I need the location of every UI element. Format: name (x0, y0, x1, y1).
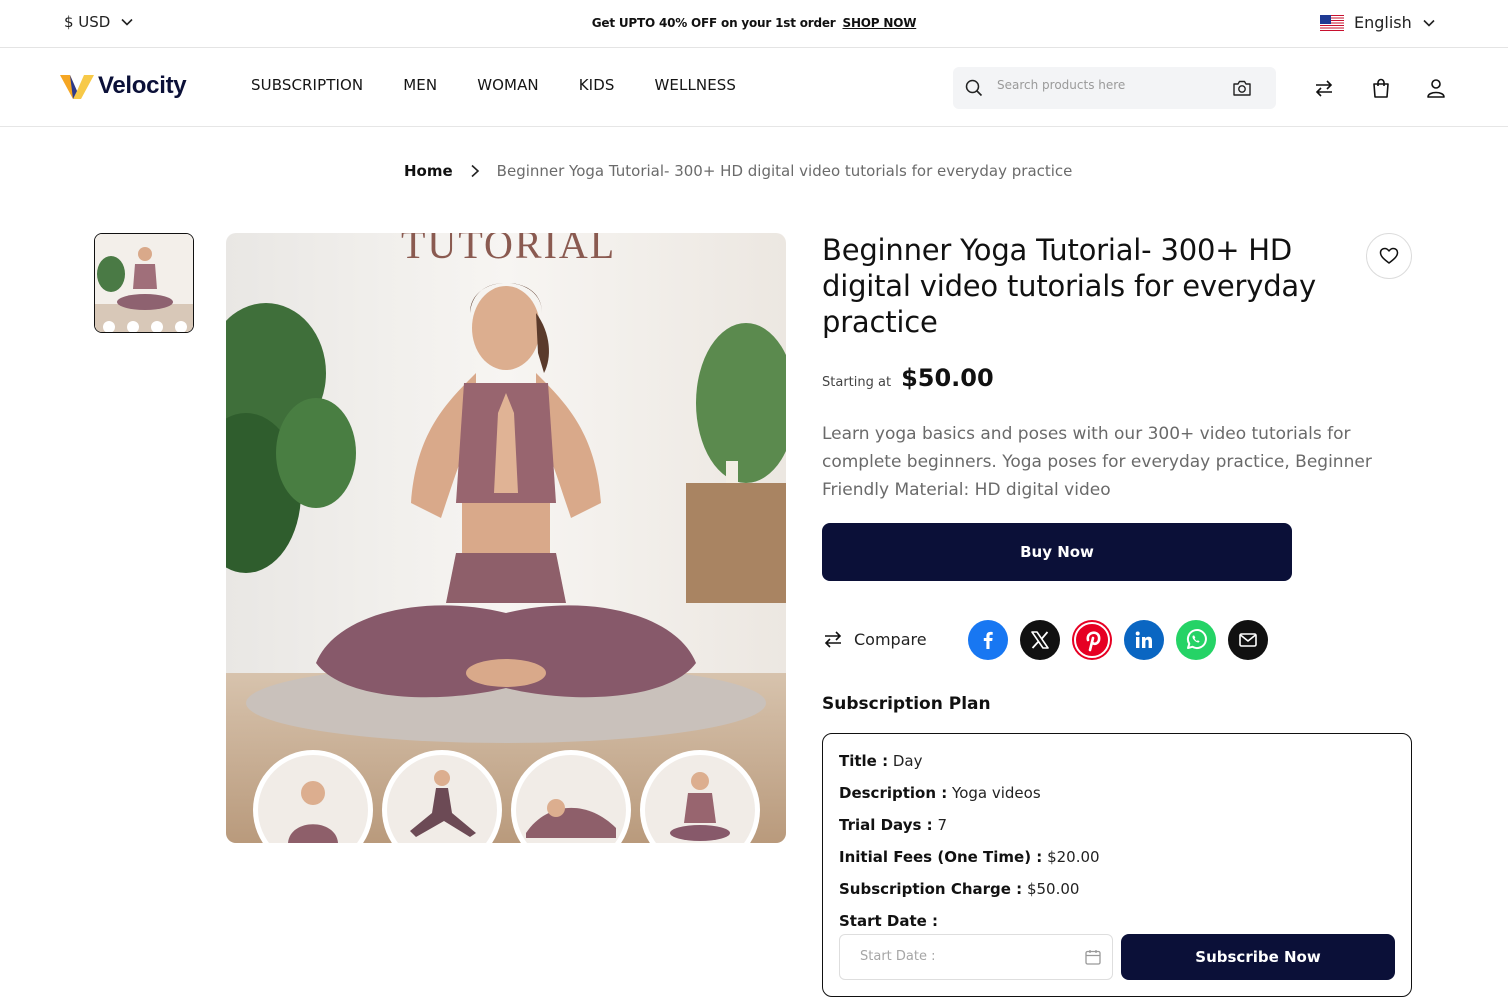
plan-row-label: Start Date : (839, 912, 939, 930)
nav-kids[interactable]: KIDS (579, 76, 615, 94)
plan-row-trial-days: Trial Days : 7 (839, 816, 947, 834)
pinterest-icon (1074, 622, 1110, 658)
breadcrumb-current: Beginner Yoga Tutorial- 300+ HD digital … (496, 162, 1073, 180)
language-selector[interactable]: English (1320, 13, 1436, 32)
chevron-right-icon (471, 164, 479, 178)
promo-text: Get UPTO 40% OFF on your 1st order (591, 16, 836, 30)
product-main-image[interactable]: TUTORIAL (226, 233, 786, 843)
main-nav: SUBSCRIPTION MEN WOMAN KIDS WELLNESS (251, 76, 736, 94)
plan-row-label: Subscription Charge : (839, 880, 1023, 898)
plan-row-label: Description : (839, 784, 948, 802)
compare-button[interactable]: Compare (822, 628, 927, 650)
compare-label: Compare (854, 629, 927, 649)
yoga-woman-meditating-image: TUTORIAL (226, 233, 786, 843)
x-share-button[interactable] (1020, 620, 1060, 660)
product-thumbnail[interactable] (94, 233, 194, 333)
subscribe-now-button[interactable]: Subscribe Now (1121, 934, 1395, 980)
search-bar (953, 67, 1276, 109)
plan-row-subscription-charge: Subscription Charge : $50.00 (839, 880, 1079, 898)
email-share-button[interactable] (1228, 620, 1268, 660)
promo-banner: Get UPTO 40% OFF on your 1st order SHOP … (0, 16, 1508, 30)
buy-now-button[interactable]: Buy Now (822, 523, 1292, 581)
linkedin-icon (1135, 631, 1152, 648)
plan-row-value: Yoga videos (952, 784, 1041, 802)
breadcrumb-home[interactable]: Home (404, 162, 453, 180)
plan-row-title: Title : Day (839, 752, 923, 770)
plan-row-description: Description : Yoga videos (839, 784, 1041, 802)
yoga-thumbnail-image (95, 234, 193, 332)
product-price: $50.00 (901, 364, 994, 392)
nav-subscription[interactable]: SUBSCRIPTION (251, 76, 363, 94)
brand-name: Velocity (98, 72, 187, 99)
us-flag-icon (1320, 14, 1344, 31)
language-label: English (1354, 13, 1412, 32)
breadcrumb: Home Beginner Yoga Tutorial- 300+ HD dig… (404, 162, 1072, 180)
search-icon (965, 79, 983, 97)
compare-icon[interactable] (1313, 77, 1335, 99)
pinterest-share-button[interactable] (1072, 620, 1112, 660)
search-input[interactable] (997, 78, 1217, 92)
plan-row-label: Initial Fees (One Time) : (839, 848, 1043, 866)
image-overlay-text: TUTORIAL (401, 233, 616, 267)
plan-row-value: 7 (937, 816, 947, 834)
plan-row-initial-fees: Initial Fees (One Time) : $20.00 (839, 848, 1100, 866)
start-date-field (839, 934, 1113, 980)
linkedin-share-button[interactable] (1124, 620, 1164, 660)
brand-logo[interactable]: Velocity (60, 71, 187, 101)
price-label: Starting at (822, 375, 892, 390)
whatsapp-share-button[interactable] (1176, 620, 1216, 660)
facebook-share-button[interactable] (968, 620, 1008, 660)
plan-row-value: $50.00 (1026, 880, 1080, 898)
camera-search-icon[interactable] (1232, 78, 1252, 98)
plan-row-value: $20.00 (1047, 848, 1100, 866)
shop-now-link[interactable]: SHOP NOW (843, 16, 917, 30)
plan-row-label: Trial Days : (839, 816, 933, 834)
plan-row-label: Title : (839, 752, 889, 770)
product-title: Beginner Yoga Tutorial- 300+ HD digital … (822, 233, 1316, 339)
facebook-icon (983, 631, 993, 649)
calendar-icon[interactable] (1084, 948, 1102, 966)
main-header: Velocity SUBSCRIPTION MEN WOMAN KIDS WEL… (0, 49, 1508, 127)
user-icon[interactable] (1425, 77, 1447, 99)
email-icon (1239, 633, 1257, 647)
bag-icon[interactable] (1370, 77, 1392, 99)
start-date-input[interactable] (860, 949, 1060, 964)
top-announcement-bar: $ USD Get UPTO 40% OFF on your 1st order… (0, 0, 1508, 48)
plan-row-start-date: Start Date : (839, 912, 938, 930)
chevron-down-icon (1423, 19, 1435, 27)
velocity-logo-icon (60, 75, 94, 99)
wishlist-button[interactable] (1366, 233, 1412, 279)
nav-wellness[interactable]: WELLNESS (654, 76, 736, 94)
whatsapp-icon (1186, 629, 1207, 650)
product-description: Learn yoga basics and poses with our 300… (822, 424, 1372, 500)
nav-men[interactable]: MEN (403, 76, 437, 94)
nav-woman[interactable]: WOMAN (477, 76, 539, 94)
subscription-plan-heading: Subscription Plan (822, 694, 991, 714)
subscription-plan-card: Title : Day Description : Yoga videos Tr… (822, 733, 1412, 997)
x-icon (1031, 631, 1049, 649)
plan-row-value: Day (892, 752, 923, 770)
compare-icon (824, 631, 842, 648)
share-buttons (968, 620, 1268, 660)
price-row: Starting at $50.00 (822, 364, 994, 392)
heart-icon (1379, 247, 1399, 264)
